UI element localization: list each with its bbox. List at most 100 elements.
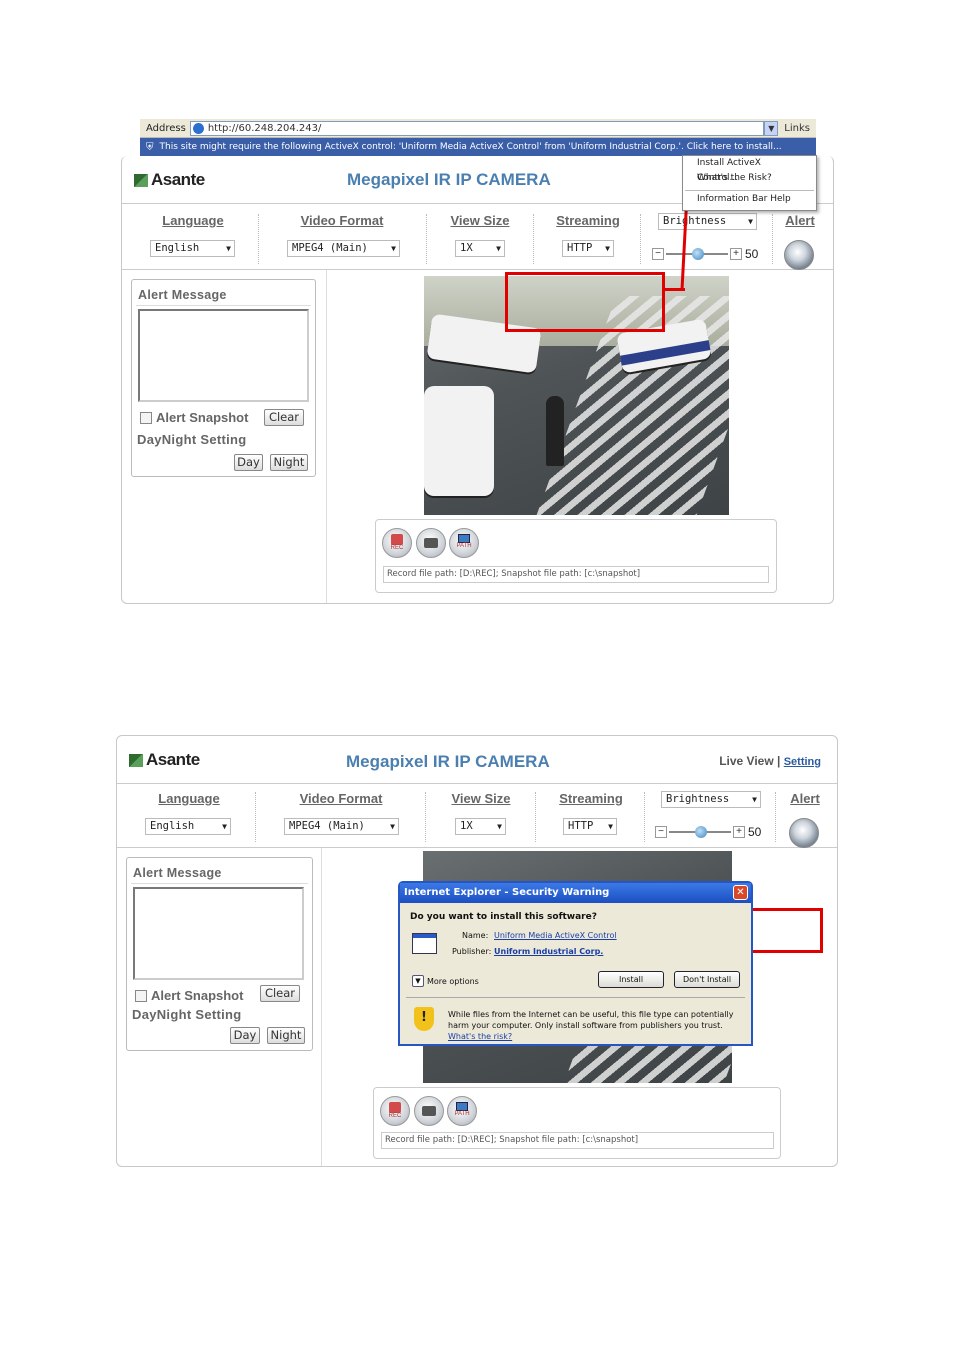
rec-label: REC	[388, 1113, 402, 1119]
name-value-link[interactable]: Uniform Media ActiveX Control	[494, 931, 617, 940]
url-text: http://60.248.204.243/	[207, 122, 322, 134]
page-title: Megapixel IR IP CAMERA	[347, 170, 551, 189]
brightness-value: Brightness	[666, 793, 730, 805]
daynight-label: DayNight Setting	[137, 432, 247, 447]
chevron-down-icon[interactable]: ▼	[764, 120, 779, 136]
ie-page-icon	[192, 122, 204, 134]
alert-snapshot-checkbox[interactable]	[135, 989, 147, 1002]
whats-the-risk-link[interactable]: What's the risk?	[448, 1032, 512, 1041]
view-size-link[interactable]: View Size	[441, 791, 521, 806]
snapshot-button[interactable]	[414, 1096, 444, 1126]
install-button[interactable]: Install	[598, 971, 664, 988]
record-button[interactable]: REC	[380, 1096, 410, 1126]
night-button[interactable]: Night	[270, 454, 308, 471]
alert-icon[interactable]	[789, 818, 819, 848]
view-size-select[interactable]: 1X ▼	[455, 240, 505, 257]
slider-plus-button[interactable]: +	[730, 248, 742, 260]
brightness-slider[interactable]: − + 50	[652, 247, 759, 261]
information-bar[interactable]: ⛨ This site might require the following …	[140, 138, 816, 156]
alert-snapshot-label: Alert Snapshot	[151, 988, 244, 1003]
slider-knob[interactable]	[695, 826, 707, 838]
streaming-value: HTTP	[567, 242, 593, 254]
left-panel: Alert Message Alert Snapshot Clear DayNi…	[122, 270, 327, 603]
divider	[406, 997, 745, 998]
streaming-select[interactable]: HTTP ▼	[562, 240, 614, 257]
name-label: Name:	[462, 931, 489, 940]
video-format-link[interactable]: Video Format	[281, 791, 401, 806]
streaming-link[interactable]: Streaming	[550, 791, 632, 806]
dont-install-button[interactable]: Don't Install	[674, 971, 740, 988]
slider-knob[interactable]	[692, 248, 704, 260]
language-value: English	[150, 820, 195, 832]
page-title: Megapixel IR IP CAMERA	[346, 752, 550, 771]
slider-minus-button[interactable]: −	[655, 826, 667, 838]
record-icon	[389, 1102, 401, 1113]
night-button[interactable]: Night	[267, 1027, 305, 1044]
clear-button[interactable]: Clear	[260, 985, 300, 1002]
language-select[interactable]: English ▼	[145, 818, 231, 835]
shield-icon: ⛨	[146, 141, 154, 153]
alert-message-title: Alert Message	[138, 288, 227, 302]
url-field[interactable]: http://60.248.204.243/	[189, 120, 765, 136]
path-label: PATH	[454, 1111, 470, 1117]
alert-message-area[interactable]	[133, 887, 304, 980]
warning-text: While files from the Internet can be use…	[448, 1009, 748, 1042]
dialog-title: Internet Explorer - Security Warning	[404, 887, 610, 898]
more-options-toggle[interactable]: ▼ More options	[412, 975, 479, 987]
streaming-select[interactable]: HTTP ▼	[563, 818, 617, 835]
view-size-group: View Size	[440, 206, 520, 270]
chevron-down-icon: ▼	[752, 795, 757, 804]
menu-item-install-activex[interactable]: Install ActiveX Control...	[683, 156, 816, 183]
slider-track[interactable]	[666, 248, 728, 260]
chevron-down-icon: ▼	[222, 822, 227, 831]
video-format-select[interactable]: MPEG4 (Main) ▼	[284, 818, 399, 835]
day-button[interactable]: Day	[234, 454, 263, 471]
slider-track[interactable]	[669, 826, 731, 838]
view-size-select[interactable]: 1X ▼	[455, 818, 506, 835]
brightness-select[interactable]: Brightness ▼	[658, 213, 757, 230]
brightness-select[interactable]: Brightness ▼	[661, 791, 761, 808]
daynight-label: DayNight Setting	[132, 1007, 242, 1022]
menu-item-info-bar-help[interactable]: Information Bar Help	[683, 192, 816, 207]
video-format-select[interactable]: MPEG4 (Main) ▼	[287, 240, 400, 257]
control-toolbar: Language English ▼ Video Format MPEG4 (Ma…	[117, 784, 837, 848]
alert-message-area[interactable]	[138, 309, 309, 402]
snapshot-button[interactable]	[416, 528, 446, 558]
context-menu: Install ActiveX Control... What's the Ri…	[682, 155, 817, 211]
divider	[131, 883, 308, 884]
chevron-down-icon: ▼	[412, 975, 424, 987]
path-button[interactable]: PATH	[449, 528, 479, 558]
brightness-slider[interactable]: − + 50	[655, 825, 762, 839]
slider-value: 50	[745, 247, 759, 261]
view-size-link[interactable]: View Size	[440, 213, 520, 228]
language-link[interactable]: Language	[148, 213, 238, 228]
alert-snapshot-checkbox[interactable]	[140, 411, 152, 424]
language-link[interactable]: Language	[144, 791, 234, 806]
slider-minus-button[interactable]: −	[652, 248, 664, 260]
links-label[interactable]: Links	[778, 123, 816, 134]
divider	[426, 214, 427, 264]
path-button[interactable]: PATH	[447, 1096, 477, 1126]
close-icon[interactable]: ✕	[733, 885, 748, 900]
streaming-link[interactable]: Streaming	[547, 213, 629, 228]
view-size-group: View Size	[441, 784, 521, 848]
alert-link[interactable]: Alert	[785, 791, 825, 806]
record-button[interactable]: REC	[382, 528, 412, 558]
day-button[interactable]: Day	[230, 1027, 260, 1044]
slider-plus-button[interactable]: +	[733, 826, 745, 838]
language-select[interactable]: English ▼	[150, 240, 235, 257]
divider	[775, 792, 776, 842]
setting-link[interactable]: Setting	[784, 756, 821, 768]
address-bar: Address http://60.248.204.243/ ▼ Links	[140, 119, 816, 138]
menu-item-whats-the-risk[interactable]: What's the Risk?	[683, 171, 816, 186]
slider-value: 50	[748, 825, 762, 839]
chevron-down-icon: ▼	[226, 244, 231, 253]
live-view-link[interactable]: Live View	[719, 754, 773, 768]
logo-mark-icon	[129, 753, 143, 767]
language-value: English	[155, 242, 200, 254]
publisher-value-link[interactable]: Uniform Industrial Corp.	[494, 947, 603, 956]
clear-button[interactable]: Clear	[264, 409, 304, 426]
video-format-link[interactable]: Video Format	[282, 213, 402, 228]
alert-link[interactable]: Alert	[780, 213, 820, 228]
alert-icon[interactable]	[784, 240, 814, 270]
